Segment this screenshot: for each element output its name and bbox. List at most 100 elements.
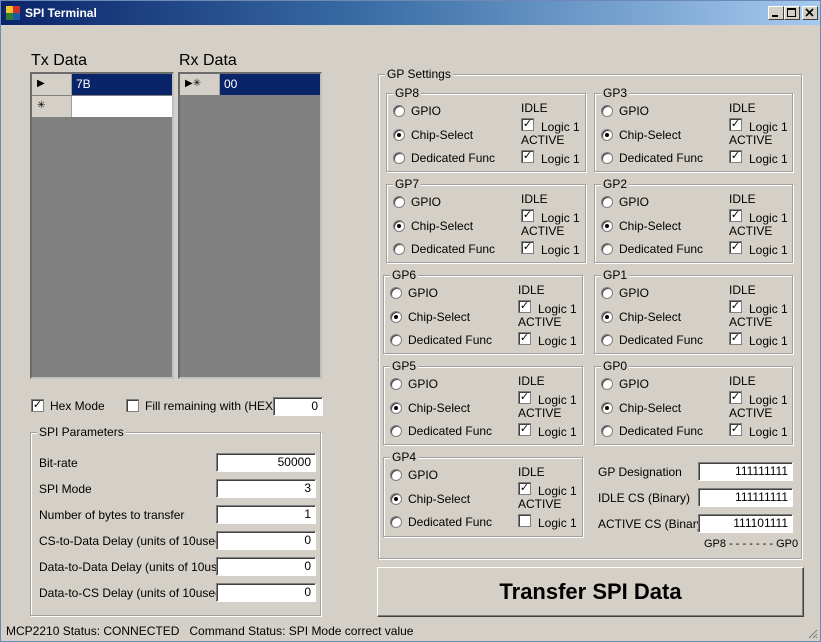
idle-logic-checkbox[interactable]: ✓	[518, 300, 531, 313]
cs-radio[interactable]	[390, 493, 402, 505]
active-logic-label: Logic 1	[541, 243, 580, 257]
idle-cs-input[interactable]: 111111111	[698, 488, 793, 507]
fill-remaining-checkbox[interactable]	[126, 399, 139, 412]
spi-param-input[interactable]: 0	[216, 531, 316, 550]
gpio-radio[interactable]	[601, 196, 613, 208]
gpio-radio-label: GPIO	[619, 195, 650, 209]
gpio-radio[interactable]	[390, 287, 402, 299]
active-logic-checkbox[interactable]: ✓	[521, 150, 534, 163]
new-row-header[interactable]: ✳	[32, 96, 72, 117]
func-radio-label: Dedicated Func	[619, 242, 704, 256]
active-logic-checkbox[interactable]: ✓	[729, 241, 742, 254]
row-header[interactable]: ▶	[32, 74, 72, 95]
func-radio[interactable]	[393, 152, 405, 164]
table-row[interactable]: ▶ 7B	[32, 74, 172, 95]
cs-radio[interactable]	[393, 129, 405, 141]
table-row[interactable]: ▶✳ 00	[180, 74, 320, 95]
spi-param-input[interactable]: 0	[216, 583, 316, 602]
gp-group-title: GP5	[390, 359, 419, 373]
func-radio[interactable]	[393, 243, 405, 255]
spi-terminal-window: SPI Terminal Tx Data ▶ 7B ✳ Rx Data ▶✳ 0…	[0, 0, 821, 642]
func-radio-label: Dedicated Func	[411, 242, 496, 256]
fill-value-input[interactable]: 0	[273, 397, 323, 416]
gpio-radio[interactable]	[393, 196, 405, 208]
tx-cell[interactable]: 7B	[72, 74, 172, 95]
gpio-radio[interactable]	[393, 105, 405, 117]
cs-radio[interactable]	[390, 402, 402, 414]
active-logic-label: Logic 1	[749, 243, 788, 257]
idle-label: IDLE	[729, 283, 756, 297]
cs-radio-label: Chip-Select	[619, 128, 682, 142]
gpio-radio[interactable]	[601, 105, 613, 117]
cs-radio[interactable]	[393, 220, 405, 232]
active-logic-checkbox[interactable]: ✓	[729, 150, 742, 163]
spi-param-label: Data-to-CS Delay (units of 10usec)	[39, 586, 226, 600]
gpio-radio[interactable]	[601, 378, 613, 390]
func-radio[interactable]	[601, 243, 613, 255]
row-header[interactable]: ▶✳	[180, 74, 220, 95]
idle-logic-label: Logic 1	[538, 302, 577, 316]
tx-cell[interactable]	[72, 96, 172, 117]
spi-param-input[interactable]: 50000	[216, 453, 316, 472]
func-radio[interactable]	[601, 334, 613, 346]
gpio-radio[interactable]	[390, 378, 402, 390]
idle-logic-checkbox[interactable]: ✓	[729, 209, 742, 222]
spi-param-input[interactable]: 3	[216, 479, 316, 498]
idle-logic-checkbox[interactable]: ✓	[521, 209, 534, 222]
cs-radio-label: Chip-Select	[408, 310, 471, 324]
idle-label: IDLE	[521, 101, 548, 115]
cs-radio[interactable]	[601, 129, 613, 141]
gp-designation-input[interactable]: 111111111	[698, 462, 793, 481]
active-label: ACTIVE	[729, 224, 773, 238]
transfer-spi-data-button[interactable]: Transfer SPI Data	[377, 567, 804, 617]
gpio-radio-label: GPIO	[408, 286, 439, 300]
close-button[interactable]	[802, 6, 818, 20]
tx-data-grid[interactable]: ▶ 7B ✳	[30, 72, 174, 379]
gpio-radio-label: GPIO	[619, 286, 650, 300]
idle-logic-checkbox[interactable]: ✓	[729, 300, 742, 313]
rx-data-grid[interactable]: ▶✳ 00	[178, 72, 322, 379]
close-icon	[805, 8, 814, 17]
cs-radio-label: Chip-Select	[408, 401, 471, 415]
func-radio[interactable]	[390, 425, 402, 437]
func-radio-label: Dedicated Func	[619, 151, 704, 165]
gpio-radio-label: GPIO	[619, 104, 650, 118]
func-radio[interactable]	[601, 425, 613, 437]
spi-param-input[interactable]: 1	[216, 505, 316, 524]
active-logic-checkbox[interactable]	[518, 514, 531, 527]
gp-range-label: GP8 - - - - - - - GP0	[704, 538, 799, 550]
active-cs-input[interactable]: 111101111	[698, 514, 793, 533]
resize-grip-icon[interactable]	[806, 627, 818, 639]
idle-logic-checkbox[interactable]: ✓	[518, 391, 531, 404]
idle-logic-checkbox[interactable]: ✓	[729, 118, 742, 131]
cs-radio[interactable]	[601, 402, 613, 414]
func-radio[interactable]	[390, 516, 402, 528]
hex-mode-checkbox[interactable]: ✓	[31, 399, 44, 412]
active-label: ACTIVE	[729, 406, 773, 420]
gpio-radio[interactable]	[601, 287, 613, 299]
idle-logic-checkbox[interactable]: ✓	[518, 482, 531, 495]
title-bar[interactable]: SPI Terminal	[1, 1, 820, 25]
table-row[interactable]: ✳	[32, 96, 172, 117]
active-logic-checkbox[interactable]: ✓	[518, 423, 531, 436]
idle-logic-checkbox[interactable]: ✓	[729, 391, 742, 404]
idle-logic-checkbox[interactable]: ✓	[521, 118, 534, 131]
func-radio[interactable]	[601, 152, 613, 164]
cs-radio[interactable]	[601, 220, 613, 232]
cs-radio[interactable]	[601, 311, 613, 323]
spi-param-label: Data-to-Data Delay (units of 10usec)	[39, 560, 234, 574]
active-logic-label: Logic 1	[749, 152, 788, 166]
func-radio[interactable]	[390, 334, 402, 346]
minimize-button[interactable]	[768, 6, 784, 20]
rx-cell[interactable]: 00	[220, 74, 320, 95]
active-logic-checkbox[interactable]: ✓	[729, 423, 742, 436]
maximize-button[interactable]	[784, 6, 800, 20]
active-logic-checkbox[interactable]: ✓	[521, 241, 534, 254]
spi-param-input[interactable]: 0	[216, 557, 316, 576]
idle-label: IDLE	[518, 283, 545, 297]
cs-radio[interactable]	[390, 311, 402, 323]
gpio-radio[interactable]	[390, 469, 402, 481]
rx-data-label: Rx Data	[179, 52, 237, 69]
active-logic-checkbox[interactable]: ✓	[729, 332, 742, 345]
active-logic-checkbox[interactable]: ✓	[518, 332, 531, 345]
